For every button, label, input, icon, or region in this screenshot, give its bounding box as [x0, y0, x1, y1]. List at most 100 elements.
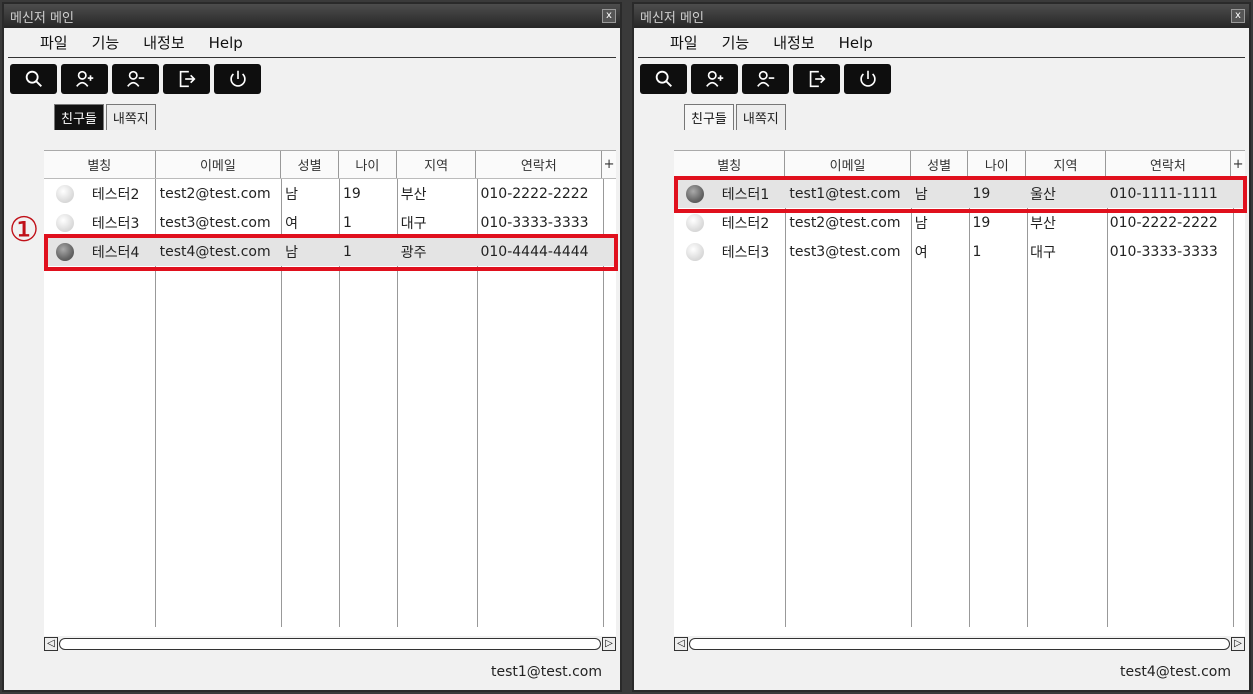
annotation-marker: ① [8, 210, 40, 250]
scroll-left-icon[interactable]: ◁ [674, 637, 688, 651]
grid-header: 별칭 이메일 성별 나이 지역 연락처 + [674, 151, 1245, 179]
add-user-icon [75, 70, 93, 87]
power-button[interactable] [844, 64, 891, 94]
menu-bar: 파일 기능 내정보 Help [8, 28, 616, 58]
title-bar[interactable]: 메신저 메인 x [634, 4, 1249, 28]
menu-file[interactable]: 파일 [670, 32, 698, 53]
logged-in-user: test4@test.com [1119, 664, 1231, 680]
cell-gender: 여 [285, 215, 299, 232]
logout-icon [179, 70, 196, 88]
col-gender[interactable]: 성별 [911, 151, 969, 178]
menu-my-info[interactable]: 내정보 [773, 32, 814, 53]
status-online-icon [56, 242, 74, 261]
search-icon [25, 70, 42, 87]
add-friend-button[interactable] [61, 64, 108, 94]
grid-header: 별칭 이메일 성별 나이 지역 연락처 + [44, 151, 616, 179]
search-button[interactable] [10, 64, 57, 94]
toolbar [4, 58, 620, 98]
menu-my-info[interactable]: 내정보 [143, 32, 184, 53]
cell-phone: 010-3333-3333 [1109, 243, 1218, 260]
cell-gender: 여 [914, 244, 928, 261]
cell-email: test2@test.com [789, 214, 901, 231]
table-row[interactable]: 테스터2 test2@test.com 남 19 부산 010-2222-222… [44, 179, 616, 208]
cell-gender: 남 [914, 186, 928, 203]
cell-email: test2@test.com [159, 185, 271, 202]
tab-strip: 친구들 내쪽지 [54, 104, 620, 130]
cell-phone: 010-1111-1111 [1109, 185, 1218, 202]
cell-gender: 남 [914, 215, 928, 232]
status-offline-icon [56, 213, 74, 232]
scroll-left-icon[interactable]: ◁ [44, 637, 58, 651]
cell-phone: 010-2222-2222 [1109, 214, 1218, 231]
col-email[interactable]: 이메일 [156, 151, 282, 178]
table-row-selected[interactable]: 테스터1 test1@test.com 남 19 울산 010-1111-111… [674, 179, 1245, 208]
cell-region: 광주 [400, 244, 427, 261]
power-button[interactable] [214, 64, 261, 94]
table-row[interactable]: 테스터3 test3@test.com 여 1 대구 010-3333-3333 [674, 237, 1245, 266]
messenger-window-right: 메신저 메인 x 파일 기능 내정보 Help 친구들 내쪽지 별칭 이메일 성… [632, 2, 1251, 692]
cell-age: 1 [972, 243, 982, 260]
col-age[interactable]: 나이 [339, 151, 397, 178]
remove-friend-button[interactable] [112, 64, 159, 94]
status-offline-icon [686, 213, 704, 232]
cell-phone: 010-2222-2222 [480, 185, 589, 202]
tab-my-notes[interactable]: 내쪽지 [105, 104, 156, 130]
menu-file[interactable]: 파일 [40, 32, 68, 53]
status-offline-icon [56, 184, 74, 203]
logout-button[interactable] [793, 64, 840, 94]
remove-friend-button[interactable] [742, 64, 789, 94]
cell-gender: 남 [285, 244, 299, 261]
menu-help[interactable]: Help [209, 34, 243, 52]
logout-icon [809, 70, 826, 88]
menu-function[interactable]: 기능 [92, 32, 120, 53]
remove-user-icon [756, 70, 774, 87]
status-online-icon [686, 184, 704, 203]
col-age[interactable]: 나이 [968, 151, 1027, 178]
power-icon [859, 70, 876, 87]
cell-region: 부산 [400, 186, 427, 203]
close-icon[interactable]: x [1231, 9, 1245, 23]
col-alias[interactable]: 별칭 [44, 151, 156, 178]
cell-alias: 테스터3 [721, 244, 770, 261]
horizontal-scrollbar[interactable]: ◁ ▷ [44, 636, 616, 652]
scroll-track[interactable] [689, 638, 1230, 650]
search-button[interactable] [640, 64, 687, 94]
col-gender[interactable]: 성별 [281, 151, 339, 178]
cell-age: 19 [342, 185, 361, 202]
grid-body: 테스터2 test2@test.com 남 19 부산 010-2222-222… [44, 179, 616, 627]
close-icon[interactable]: x [602, 9, 616, 23]
scroll-right-icon[interactable]: ▷ [602, 637, 616, 651]
add-friend-button[interactable] [691, 64, 738, 94]
friends-grid: 별칭 이메일 성별 나이 지역 연락처 + 테스터2 test2@test.co… [44, 150, 616, 636]
tab-friends[interactable]: 친구들 [54, 104, 104, 130]
add-user-icon [705, 70, 723, 87]
table-row[interactable]: 테스터2 test2@test.com 남 19 부산 010-2222-222… [674, 208, 1245, 237]
table-row-selected[interactable]: 테스터4 test4@test.com 남 1 광주 010-4444-4444 [44, 237, 616, 266]
remove-user-icon [126, 70, 144, 87]
scroll-track[interactable] [59, 638, 601, 650]
table-row[interactable]: 테스터3 test3@test.com 여 1 대구 010-3333-3333 [44, 208, 616, 237]
add-column-icon[interactable]: + [1231, 151, 1245, 178]
messenger-window-left: 메신저 메인 x 파일 기능 내정보 Help 친구들 내쪽지 별칭 이메일 성… [2, 2, 622, 692]
col-email[interactable]: 이메일 [785, 151, 911, 178]
col-region[interactable]: 지역 [397, 151, 477, 178]
col-phone[interactable]: 연락처 [1106, 151, 1232, 178]
cell-gender: 남 [285, 186, 299, 203]
cell-email: test4@test.com [159, 243, 271, 260]
tab-my-notes[interactable]: 내쪽지 [735, 104, 786, 130]
horizontal-scrollbar[interactable]: ◁ ▷ [674, 636, 1245, 652]
logout-button[interactable] [163, 64, 210, 94]
cell-age: 19 [972, 214, 991, 231]
power-icon [229, 70, 246, 87]
status-offline-icon [686, 242, 704, 261]
menu-function[interactable]: 기능 [722, 32, 750, 53]
add-column-icon[interactable]: + [602, 151, 616, 178]
scroll-right-icon[interactable]: ▷ [1231, 637, 1245, 651]
tab-friends[interactable]: 친구들 [684, 104, 734, 130]
col-alias[interactable]: 별칭 [674, 151, 786, 178]
menu-help[interactable]: Help [839, 34, 873, 52]
col-region[interactable]: 지역 [1026, 151, 1106, 178]
col-phone[interactable]: 연락처 [476, 151, 603, 178]
cell-region: 대구 [1030, 244, 1056, 261]
title-bar[interactable]: 메신저 메인 x [4, 4, 620, 28]
